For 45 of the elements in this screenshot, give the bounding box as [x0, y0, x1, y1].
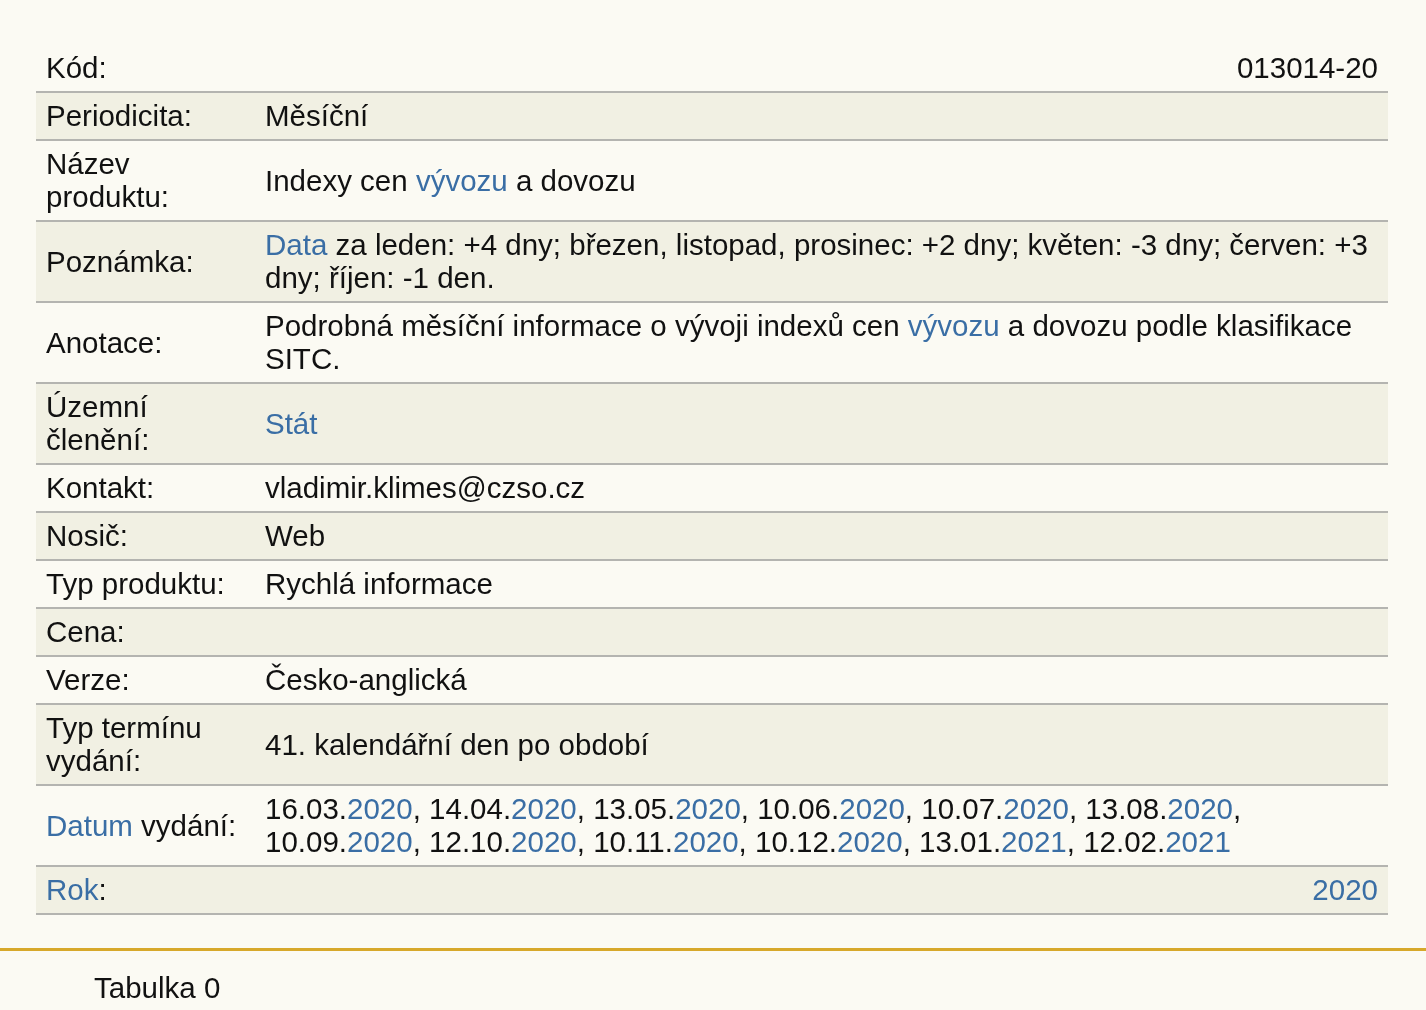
- field-label: Kód:: [45, 50, 108, 86]
- link[interactable]: 2020: [675, 792, 741, 825]
- field-label: Cena:: [45, 614, 126, 650]
- link[interactable]: 2020: [347, 792, 413, 825]
- field-label: Nosič:: [45, 518, 129, 554]
- link[interactable]: 2021: [1001, 825, 1067, 858]
- field-label: Typ termínu vydání:: [45, 710, 203, 779]
- table-caption: Tabulka 0: [93, 970, 222, 1006]
- field-value: 16.03.2020, 14.04.2020, 13.05.2020, 10.06.2020, 10.07.2020, 13.08.2020, 10.09.2020, 12.10.2020, 10.11.2020, 10.12.2020, 13.01.2021, 12.02.2021: [264, 791, 1243, 860]
- field-label: Typ produktu:: [45, 566, 226, 602]
- field-value: 41. kalendářní den po období: [264, 726, 650, 763]
- field-value: Indexy cen vývozu a dovozu: [264, 162, 637, 199]
- field-label: Název produktu:: [45, 146, 170, 215]
- link[interactable]: Stát: [265, 406, 318, 440]
- field-label: Datum vydání:: [45, 807, 238, 844]
- field-label: Rok:: [45, 872, 108, 908]
- field-value: Podrobná měsíční informace o vývoji indexů cen vývozu a dovozu podle klasifikace SITC.: [264, 308, 1354, 377]
- link[interactable]: Data: [265, 228, 328, 261]
- link[interactable]: Rok: [46, 873, 99, 906]
- link[interactable]: 2020: [347, 825, 413, 858]
- field-value: Měsíční: [264, 98, 370, 134]
- field-value: Web: [264, 518, 327, 554]
- field-value: Česko-anglická: [264, 662, 468, 698]
- link[interactable]: 2021: [1165, 825, 1231, 858]
- link[interactable]: 2020: [837, 825, 903, 858]
- field-label: Poznámka:: [45, 243, 195, 280]
- link[interactable]: 2020: [672, 825, 739, 858]
- field-label: Územní členění:: [45, 389, 151, 458]
- field-label: Anotace:: [45, 324, 164, 361]
- link[interactable]: 2020: [511, 825, 577, 858]
- field-label: Kontakt:: [45, 470, 156, 506]
- field-value: vladimir.klimes@czso.cz: [264, 470, 587, 506]
- link[interactable]: 2020: [1003, 792, 1069, 825]
- field-label: Periodicita:: [45, 98, 193, 134]
- field-value: Data za leden: +4 dny; březen, listopad, prosinec: +2 dny; květen: -3 dny; červen: +3 dny; říjen: -1 den.: [264, 227, 1369, 296]
- field-label: Verze:: [45, 662, 131, 698]
- link[interactable]: vývozu: [907, 309, 1000, 342]
- field-value: 013014-20: [1235, 50, 1379, 86]
- field-value: Rychlá informace: [264, 566, 494, 602]
- link[interactable]: vývozu: [415, 163, 508, 197]
- link[interactable]: 2020: [839, 792, 905, 825]
- link[interactable]: Datum: [46, 808, 133, 842]
- link[interactable]: 2020: [511, 792, 577, 825]
- link[interactable]: 2020: [1167, 792, 1233, 825]
- link[interactable]: 2020: [1312, 873, 1378, 906]
